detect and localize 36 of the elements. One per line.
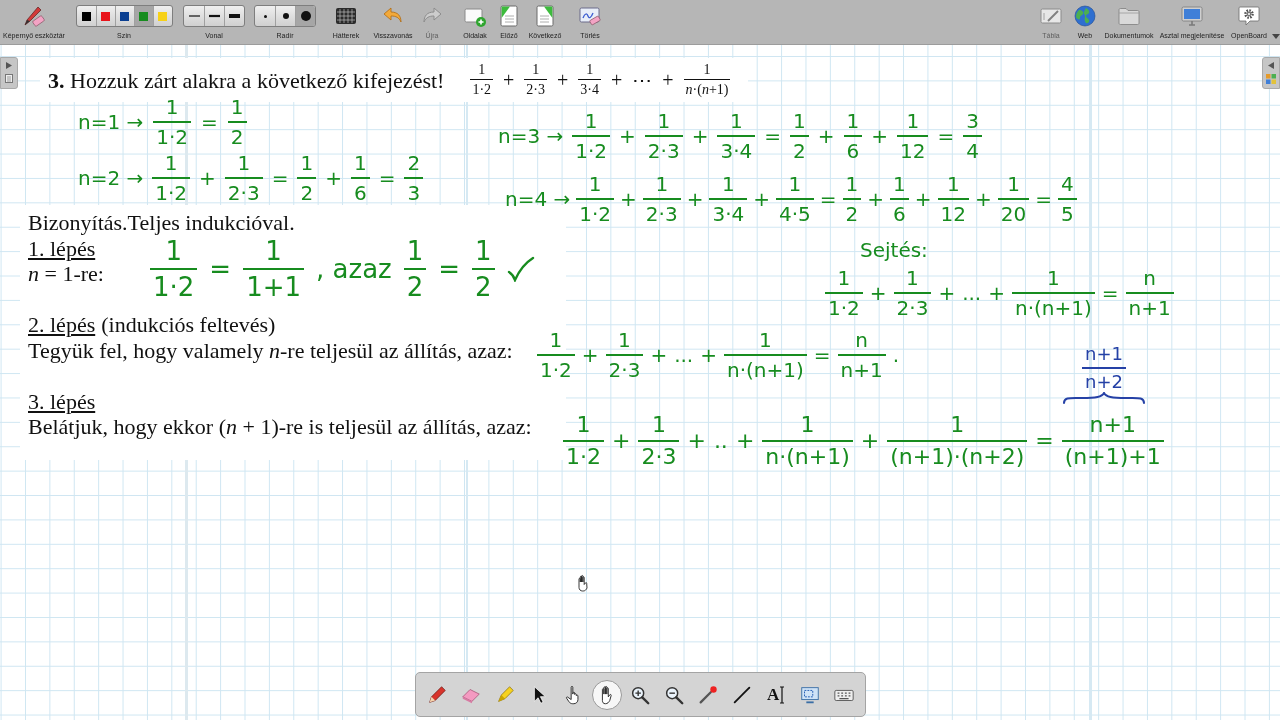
handwritten-formula: n+1 n+2 [1082,345,1126,391]
page-icon [533,4,557,28]
library-icon [1266,74,1276,84]
step-note: (indukciós feltevés) [101,312,276,338]
dot-icon [300,11,311,21]
step-text: Belátjuk, hogy ekkor (n + 1)-re is teljesül az állítás, azaz: [28,414,532,440]
tool-button[interactable]: A [761,679,792,710]
color-option[interactable] [133,6,153,26]
clear-board-icon [578,4,602,28]
step-text: Tegyük fel, hogy valamely n-re teljesül az állítás, azaz: [28,337,513,363]
page-icon [497,4,521,28]
eraser-size-option[interactable] [295,6,315,26]
text-cursor-icon [779,685,786,704]
step-text: n = 1-re: [28,261,104,287]
line-width-icon [209,13,220,19]
step-heading: 2. lépés [28,312,96,338]
proof-title: Bizonyítás.Teljes indukcióval. [28,210,295,236]
handwritten-formula: Sejtés: [860,240,928,260]
document-icon [5,74,13,83]
monitor-icon [1180,4,1204,28]
expand-icon [6,62,12,69]
pen-eraser-icon [22,4,46,28]
step-heading: 3. lépés [28,388,96,414]
dot-icon [282,13,289,19]
tool-button[interactable] [591,679,622,710]
side-panel-tab[interactable] [0,57,18,89]
step-heading: 1. lépés [28,235,96,261]
expand-icon [1268,62,1274,69]
gear-bubble-icon [1237,4,1261,28]
laser-pointer-icon [697,683,720,706]
dot-icon [263,14,267,18]
task-text: 3. Hozzuk zárt alakra a következő kifejezést! [48,66,445,95]
globe-icon [1073,4,1097,28]
side-panel-tab[interactable] [1262,57,1280,89]
caret-down-icon [1272,34,1280,39]
line-width-icon [229,13,240,19]
